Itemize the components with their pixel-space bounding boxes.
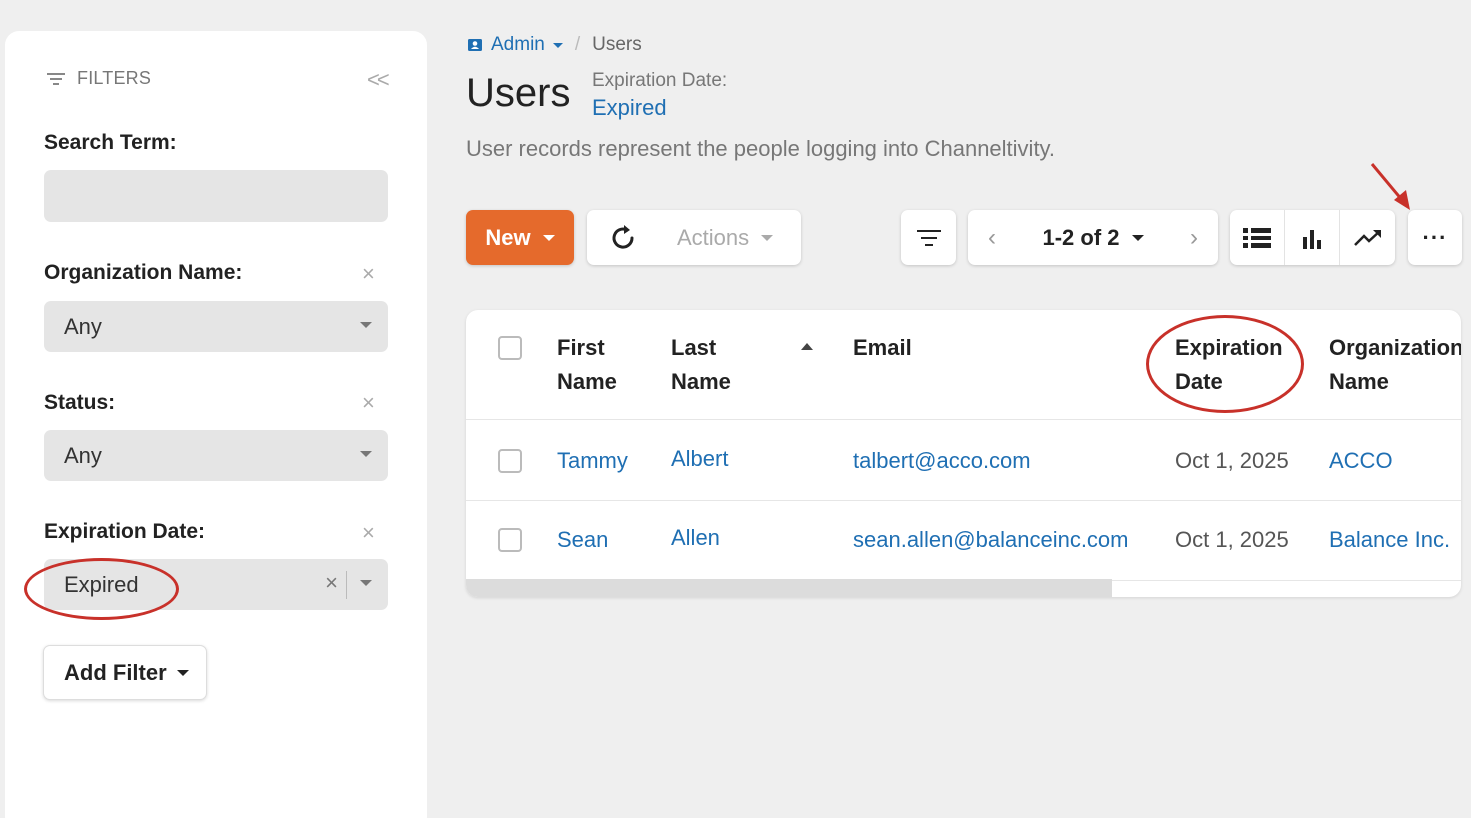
breadcrumb-current: Users: [592, 34, 642, 55]
refresh-button[interactable]: [587, 210, 659, 265]
actions-button-group: Actions: [587, 210, 801, 265]
annotation-arrow-icon: [1370, 163, 1410, 210]
organization-link[interactable]: Balance Inc.: [1329, 527, 1450, 553]
page-description: User records represent the people loggin…: [466, 136, 1056, 161]
table-row: Tammy Albert talbert@acco.com Oct 1, 202…: [466, 421, 1461, 501]
filters-sidebar: FILTERS << Search Term: Organization Nam…: [5, 31, 427, 818]
organization-name-label: Organization Name:: [44, 261, 243, 284]
last-name-link[interactable]: Allen: [671, 525, 720, 551]
expiration-date-value: Expired: [64, 571, 139, 597]
chevron-down-icon: [360, 451, 372, 457]
refresh-icon: [612, 224, 634, 249]
horizontal-scrollbar[interactable]: [466, 579, 1112, 597]
breadcrumb: Admin / Users: [467, 34, 642, 56]
page-range-label: 1-2 of 2: [1042, 224, 1120, 250]
table-header: First Name Last Name Email Expiration Da…: [466, 310, 1461, 420]
pagination-control: ‹ 1-2 of 2 ›: [968, 210, 1218, 265]
select-all-checkbox[interactable]: [498, 336, 522, 360]
table-row: Sean Allen sean.allen@balanceinc.com Oct…: [466, 501, 1461, 581]
contact-card-icon: [468, 39, 482, 51]
page-range-dropdown[interactable]: 1-2 of 2: [1042, 224, 1144, 251]
row-checkbox[interactable]: [498, 449, 522, 473]
column-header-organization-name[interactable]: Organization Name: [1329, 331, 1461, 399]
chevron-down-icon: [360, 322, 372, 328]
new-button[interactable]: New: [466, 210, 574, 265]
clear-selection-icon[interactable]: ×: [325, 570, 338, 596]
chevron-down-icon: [761, 234, 774, 241]
column-header-email[interactable]: Email: [853, 331, 912, 365]
bar-chart-icon: [1303, 229, 1321, 249]
first-name-link[interactable]: Tammy: [557, 448, 628, 474]
breadcrumb-admin[interactable]: Admin: [467, 34, 563, 56]
filter-lines-icon: [916, 229, 941, 246]
trending-up-icon: [1353, 229, 1381, 246]
email-link[interactable]: talbert@acco.com: [853, 448, 1031, 474]
actions-button[interactable]: Actions: [677, 224, 774, 251]
breadcrumb-separator: /: [574, 34, 581, 55]
status-label: Status:: [44, 391, 116, 414]
expiration-date-select[interactable]: Expired ×: [44, 559, 388, 610]
first-name-link[interactable]: Sean: [557, 527, 608, 553]
previous-page-icon[interactable]: ‹: [988, 224, 996, 252]
breadcrumb-admin-label: Admin: [491, 34, 545, 55]
organization-link[interactable]: ACCO: [1329, 448, 1393, 474]
next-page-icon[interactable]: ›: [1190, 224, 1198, 252]
chevron-down-icon: [552, 42, 563, 48]
add-filter-button[interactable]: Add Filter: [43, 645, 207, 700]
users-table: First Name Last Name Email Expiration Da…: [466, 310, 1461, 597]
status-select[interactable]: Any: [44, 430, 388, 481]
organization-clear-icon[interactable]: ×: [362, 261, 375, 287]
sort-ascending-icon[interactable]: [801, 343, 813, 350]
chevron-down-icon: [176, 669, 189, 676]
chevron-down-icon: [1131, 234, 1144, 241]
trend-view-button[interactable]: [1340, 210, 1395, 265]
filters-header: FILTERS: [47, 68, 151, 89]
list-view-button[interactable]: [1230, 210, 1285, 265]
expiration-date-cell: Oct 1, 2025: [1175, 527, 1289, 552]
email-link[interactable]: sean.allen@balanceinc.com: [853, 527, 1129, 553]
filter-toggle-button[interactable]: [901, 210, 956, 265]
organization-name-select[interactable]: Any: [44, 301, 388, 352]
active-filter-value[interactable]: Expired: [592, 95, 667, 121]
more-options-button[interactable]: ···: [1408, 210, 1462, 265]
chevron-down-icon: [542, 234, 555, 241]
column-header-last-name[interactable]: Last Name: [671, 331, 731, 399]
column-header-first-name[interactable]: First Name: [557, 331, 617, 399]
status-value: Any: [64, 442, 102, 468]
expiration-clear-icon[interactable]: ×: [362, 520, 375, 546]
more-options-icon: ···: [1422, 224, 1448, 250]
new-button-label: New: [485, 224, 531, 250]
column-header-expiration-date[interactable]: Expiration Date: [1175, 331, 1283, 399]
add-filter-label: Add Filter: [64, 659, 167, 685]
expiration-date-label: Expiration Date:: [44, 520, 206, 543]
active-filter-label: Expiration Date:: [592, 70, 728, 91]
search-term-label: Search Term:: [44, 131, 177, 154]
status-clear-icon[interactable]: ×: [362, 390, 375, 416]
collapse-sidebar-icon[interactable]: <<: [367, 67, 390, 93]
view-switcher: [1230, 210, 1395, 265]
row-checkbox[interactable]: [498, 528, 522, 552]
filter-lines-icon: [47, 72, 65, 85]
page-title: Users: [466, 71, 571, 115]
filters-title: FILTERS: [77, 68, 152, 88]
organization-name-value: Any: [64, 313, 102, 339]
select-divider: [346, 571, 347, 599]
chevron-down-icon: [360, 580, 372, 586]
search-term-input[interactable]: [44, 170, 388, 222]
expiration-date-cell: Oct 1, 2025: [1175, 448, 1289, 473]
last-name-link[interactable]: Albert: [671, 446, 728, 472]
actions-label: Actions: [677, 224, 750, 250]
list-icon: [1243, 227, 1271, 248]
chart-view-button[interactable]: [1285, 210, 1340, 265]
